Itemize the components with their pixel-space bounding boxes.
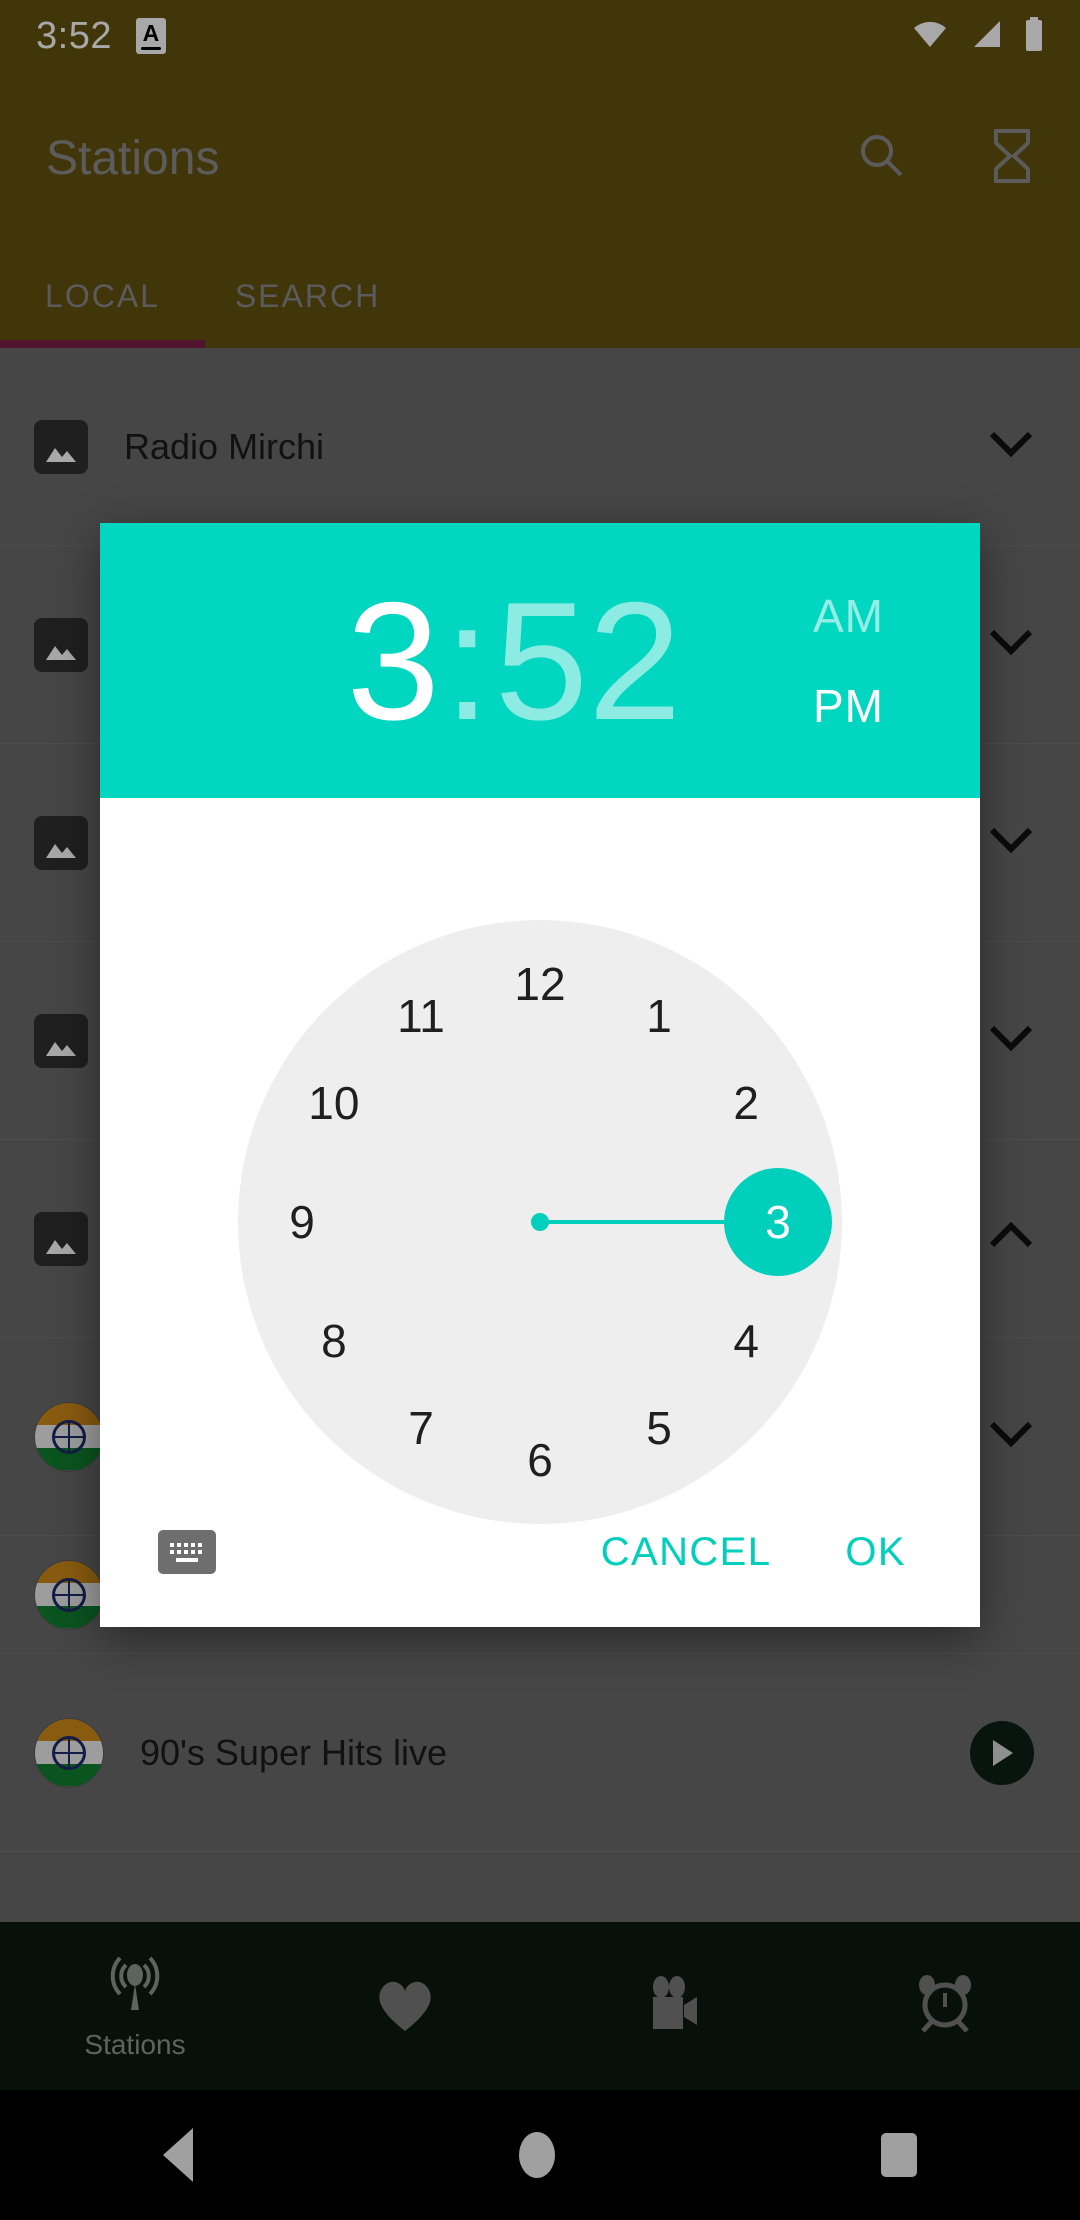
home-icon[interactable] — [519, 2132, 555, 2178]
dial-number[interactable]: 7 — [381, 1388, 461, 1468]
recents-icon[interactable] — [881, 2133, 917, 2177]
dial-number[interactable]: 9 — [262, 1182, 342, 1262]
dial-number[interactable]: 1 — [619, 976, 699, 1056]
pm-option[interactable]: PM — [813, 679, 884, 733]
clock-hand — [540, 1220, 724, 1224]
cancel-button[interactable]: CANCEL — [601, 1530, 772, 1575]
dial-selected-number[interactable]: 3 — [724, 1168, 832, 1276]
am-option[interactable]: AM — [813, 589, 884, 643]
time-picker-body: 12 1 2 3 4 5 6 7 8 9 10 11 CANCEL OK — [100, 798, 980, 1627]
dial-number[interactable]: 2 — [706, 1063, 786, 1143]
dial-number[interactable]: 5 — [619, 1388, 699, 1468]
time-picker-header: 3 : 52 AM PM — [100, 523, 980, 798]
hour-value[interactable]: 3 — [347, 577, 440, 745]
dial-number[interactable]: 12 — [500, 944, 580, 1024]
clock-dial[interactable]: 12 1 2 3 4 5 6 7 8 9 10 11 — [238, 920, 842, 1524]
dial-number[interactable]: 8 — [294, 1301, 374, 1381]
dial-number[interactable]: 10 — [294, 1063, 374, 1143]
ok-button[interactable]: OK — [845, 1530, 906, 1575]
time-display: 3 : 52 — [347, 577, 682, 745]
back-icon[interactable] — [163, 2128, 193, 2182]
time-picker-dialog: 3 : 52 AM PM 121234567891011 — [100, 523, 980, 1627]
time-picker-actions: CANCEL OK — [100, 1477, 980, 1627]
minute-value[interactable]: 52 — [495, 577, 682, 745]
dial-number[interactable]: 11 — [381, 976, 461, 1056]
keyboard-icon[interactable] — [158, 1530, 216, 1574]
screen: 3:52 A Stations LOCAL SEARCH Radio Mirch… — [0, 0, 1080, 2220]
period-selector: AM PM — [813, 566, 884, 756]
clock-center-dot — [531, 1213, 549, 1231]
dial-number[interactable]: 4 — [706, 1301, 786, 1381]
android-navigation-bar — [0, 2090, 1080, 2220]
time-colon: : — [443, 566, 491, 755]
